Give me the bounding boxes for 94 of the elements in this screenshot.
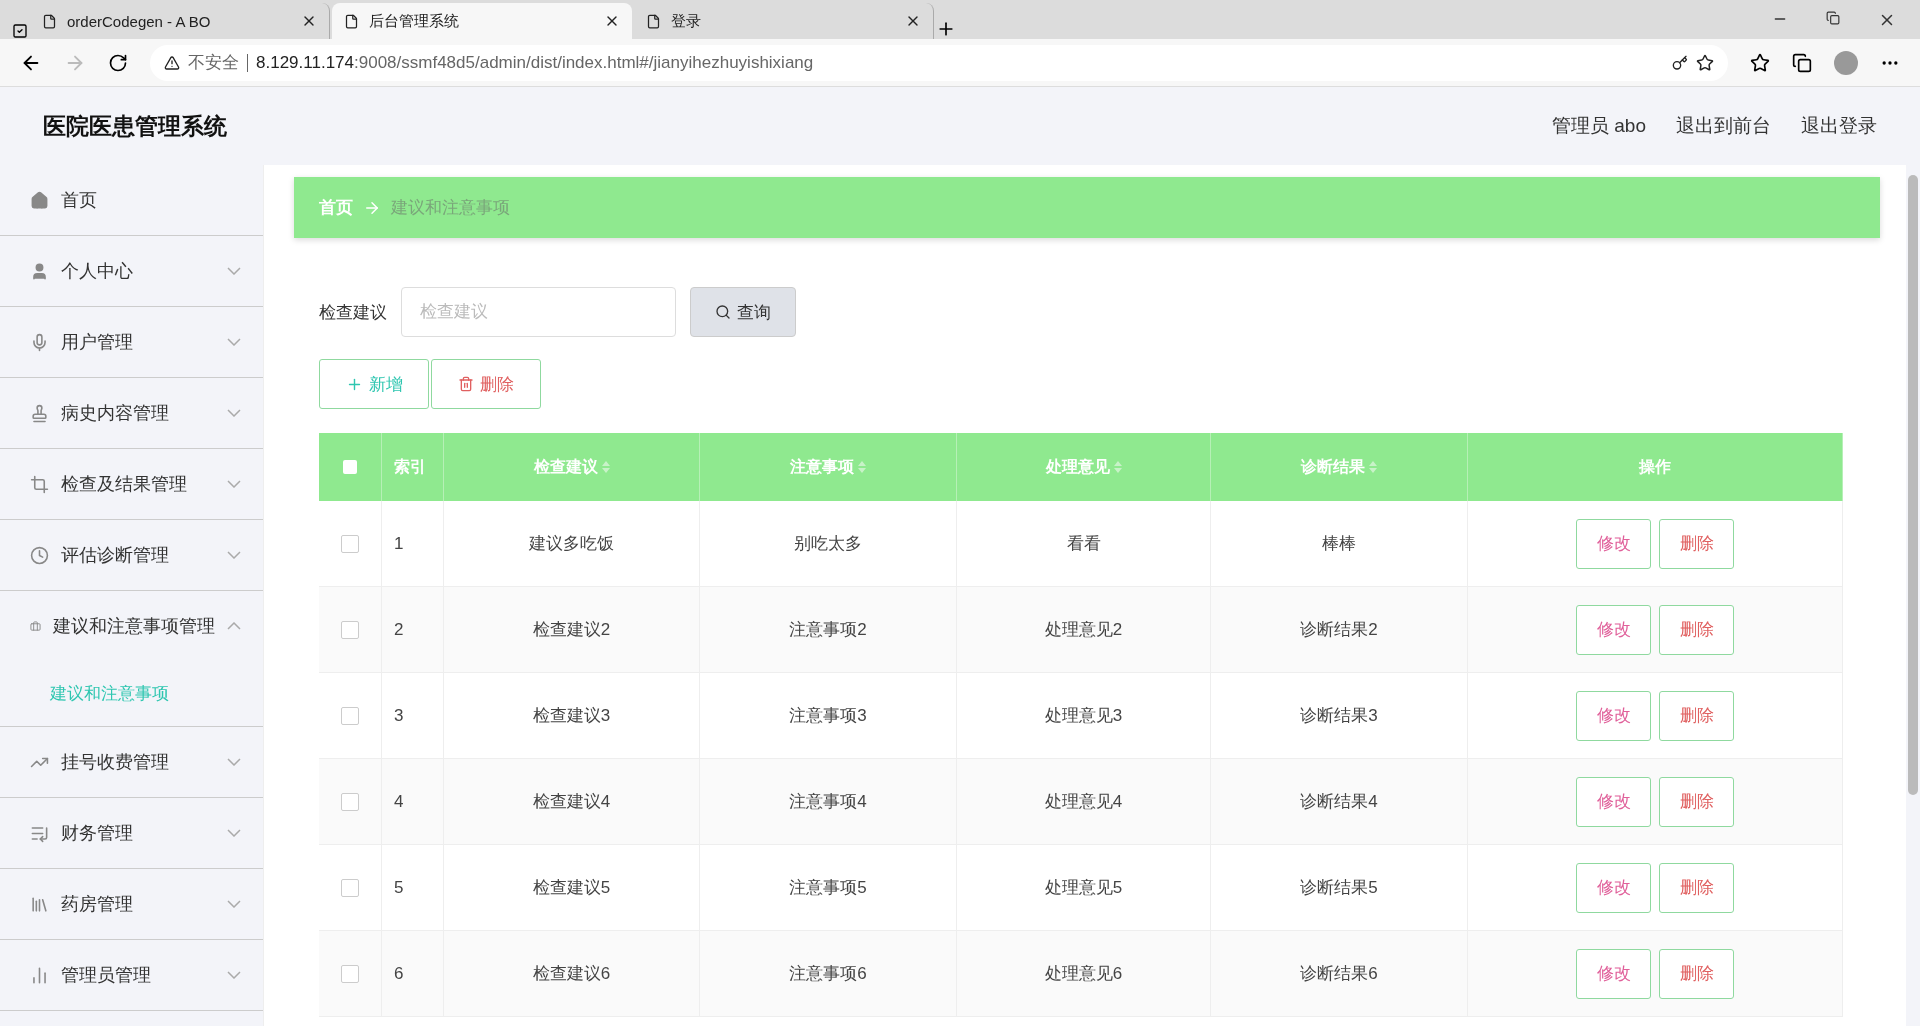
trash-icon <box>458 376 474 392</box>
table-cell: 处理意见5 <box>957 845 1211 931</box>
table-cell: 注意事项6 <box>700 931 957 1017</box>
delete-button[interactable]: 删除 <box>1659 690 1734 741</box>
stamp-icon <box>30 403 49 423</box>
table-cell: 检查建议4 <box>444 759 700 845</box>
table-cell: 诊断结果6 <box>1211 931 1468 1017</box>
key-icon[interactable] <box>1672 54 1688 71</box>
page-icon <box>646 13 661 29</box>
column-header: 注意事项 <box>700 433 957 501</box>
sidebar-item[interactable]: 用户管理 <box>0 307 263 377</box>
header-checkbox[interactable] <box>343 460 357 474</box>
favorites-icon[interactable] <box>1750 52 1770 73</box>
table-cell: 处理意见6 <box>957 931 1211 1017</box>
delete-button[interactable]: 删除 <box>1659 604 1734 655</box>
sidebar-item[interactable]: 首页 <box>0 165 263 235</box>
collections-icon[interactable] <box>1792 52 1812 73</box>
sidebar-item[interactable]: 药房管理 <box>0 869 263 939</box>
table-cell: 处理意见4 <box>957 759 1211 845</box>
table-cell: 1 <box>382 501 444 587</box>
header-link[interactable]: 退出登录 <box>1801 113 1877 139</box>
delete-button[interactable]: 删除 <box>1659 862 1734 913</box>
table-cell: 建议多吃饭 <box>444 501 700 587</box>
column-header: 处理意见 <box>957 433 1211 501</box>
delete-button[interactable]: 删除 <box>431 359 541 409</box>
table-cell: 处理意见2 <box>957 587 1211 673</box>
sidebar-item[interactable]: 管理员管理 <box>0 940 263 1010</box>
table-cell: 注意事项3 <box>700 673 957 759</box>
row-checkbox[interactable] <box>341 792 359 811</box>
row-checkbox[interactable] <box>341 534 359 553</box>
sidebar-item[interactable]: 病史内容管理 <box>0 378 263 448</box>
warning-icon <box>164 54 180 71</box>
column-header: 检查建议 <box>444 433 700 501</box>
row-checkbox[interactable] <box>341 706 359 725</box>
table-cell: 诊断结果2 <box>1211 587 1468 673</box>
table-cell: 检查建议3 <box>444 673 700 759</box>
microphone-icon <box>30 332 49 352</box>
page-icon <box>344 13 359 29</box>
search-icon <box>715 304 731 320</box>
delete-button[interactable]: 删除 <box>1659 518 1734 569</box>
star-icon[interactable] <box>1696 53 1714 72</box>
books-icon <box>30 894 49 914</box>
sidebar-item[interactable]: 建议和注意事项管理 <box>0 591 263 661</box>
clock-icon <box>30 545 49 565</box>
row-checkbox[interactable] <box>341 964 359 983</box>
column-header: 诊断结果 <box>1211 433 1468 501</box>
sidebar-item[interactable]: 检查及结果管理 <box>0 449 263 519</box>
table-cell: 6 <box>382 931 444 1017</box>
column-header: 操作 <box>1468 433 1843 501</box>
header-link[interactable]: 退出到前台 <box>1676 113 1771 139</box>
column-header: 索引 <box>382 433 444 501</box>
sidebar-item[interactable]: 挂号收费管理 <box>0 727 263 797</box>
scrollbar-thumb[interactable] <box>1908 175 1918 795</box>
user-icon <box>30 261 49 281</box>
user-label: 管理员 abo <box>1552 114 1646 138</box>
profile-avatar[interactable] <box>1834 50 1858 75</box>
sidebar-item[interactable]: 个人中心 <box>0 236 263 306</box>
table-cell: 看看 <box>957 501 1211 587</box>
table-cell: 3 <box>382 673 444 759</box>
page-icon <box>42 13 57 29</box>
browser-tab[interactable]: 后台管理系统 <box>332 3 632 39</box>
field-label: 检查建议 <box>319 301 387 324</box>
table-cell: 处理意见3 <box>957 673 1211 759</box>
table-cell: 检查建议2 <box>444 587 700 673</box>
table-cell: 5 <box>382 845 444 931</box>
delete-button[interactable]: 删除 <box>1659 948 1734 999</box>
table-cell: 注意事项4 <box>700 759 957 845</box>
table-cell: 诊断结果5 <box>1211 845 1468 931</box>
row-checkbox[interactable] <box>341 878 359 897</box>
bar-chart-icon <box>30 965 49 985</box>
breadcrumb-current: 建议和注意事项 <box>391 197 510 219</box>
table-cell: 4 <box>382 759 444 845</box>
table-cell: 棒棒 <box>1211 501 1468 587</box>
row-checkbox[interactable] <box>341 620 359 639</box>
table-cell: 2 <box>382 587 444 673</box>
search-field[interactable]: 检查建议 <box>401 287 676 337</box>
delete-button[interactable]: 删除 <box>1659 776 1734 827</box>
home-icon <box>30 190 49 210</box>
query-button[interactable]: 查询 <box>690 287 796 337</box>
table-cell: 检查建议6 <box>444 931 700 1017</box>
address-bar[interactable]: 不安全 8.129.11.174:9008/ssmf48d5/admin/dist/index.html#/jianyihezhuyishixiang <box>150 44 1728 81</box>
table-cell: 诊断结果4 <box>1211 759 1468 845</box>
sidebar-item[interactable]: 评估诊断管理 <box>0 520 263 590</box>
table-cell: 检查建议5 <box>444 845 700 931</box>
table-cell: 注意事项2 <box>700 587 957 673</box>
tab-actions-icon[interactable] <box>12 23 28 39</box>
table-cell: 注意事项5 <box>700 845 957 931</box>
crop-icon <box>30 474 49 494</box>
sidebar-item[interactable]: 财务管理 <box>0 798 263 868</box>
restore-icon[interactable] <box>1826 11 1840 25</box>
table-cell: 别吃太多 <box>700 501 957 587</box>
reload-icon[interactable] <box>108 52 128 73</box>
app-title: 医院医患管理系统 <box>43 111 227 141</box>
table-cell: 诊断结果3 <box>1211 673 1468 759</box>
